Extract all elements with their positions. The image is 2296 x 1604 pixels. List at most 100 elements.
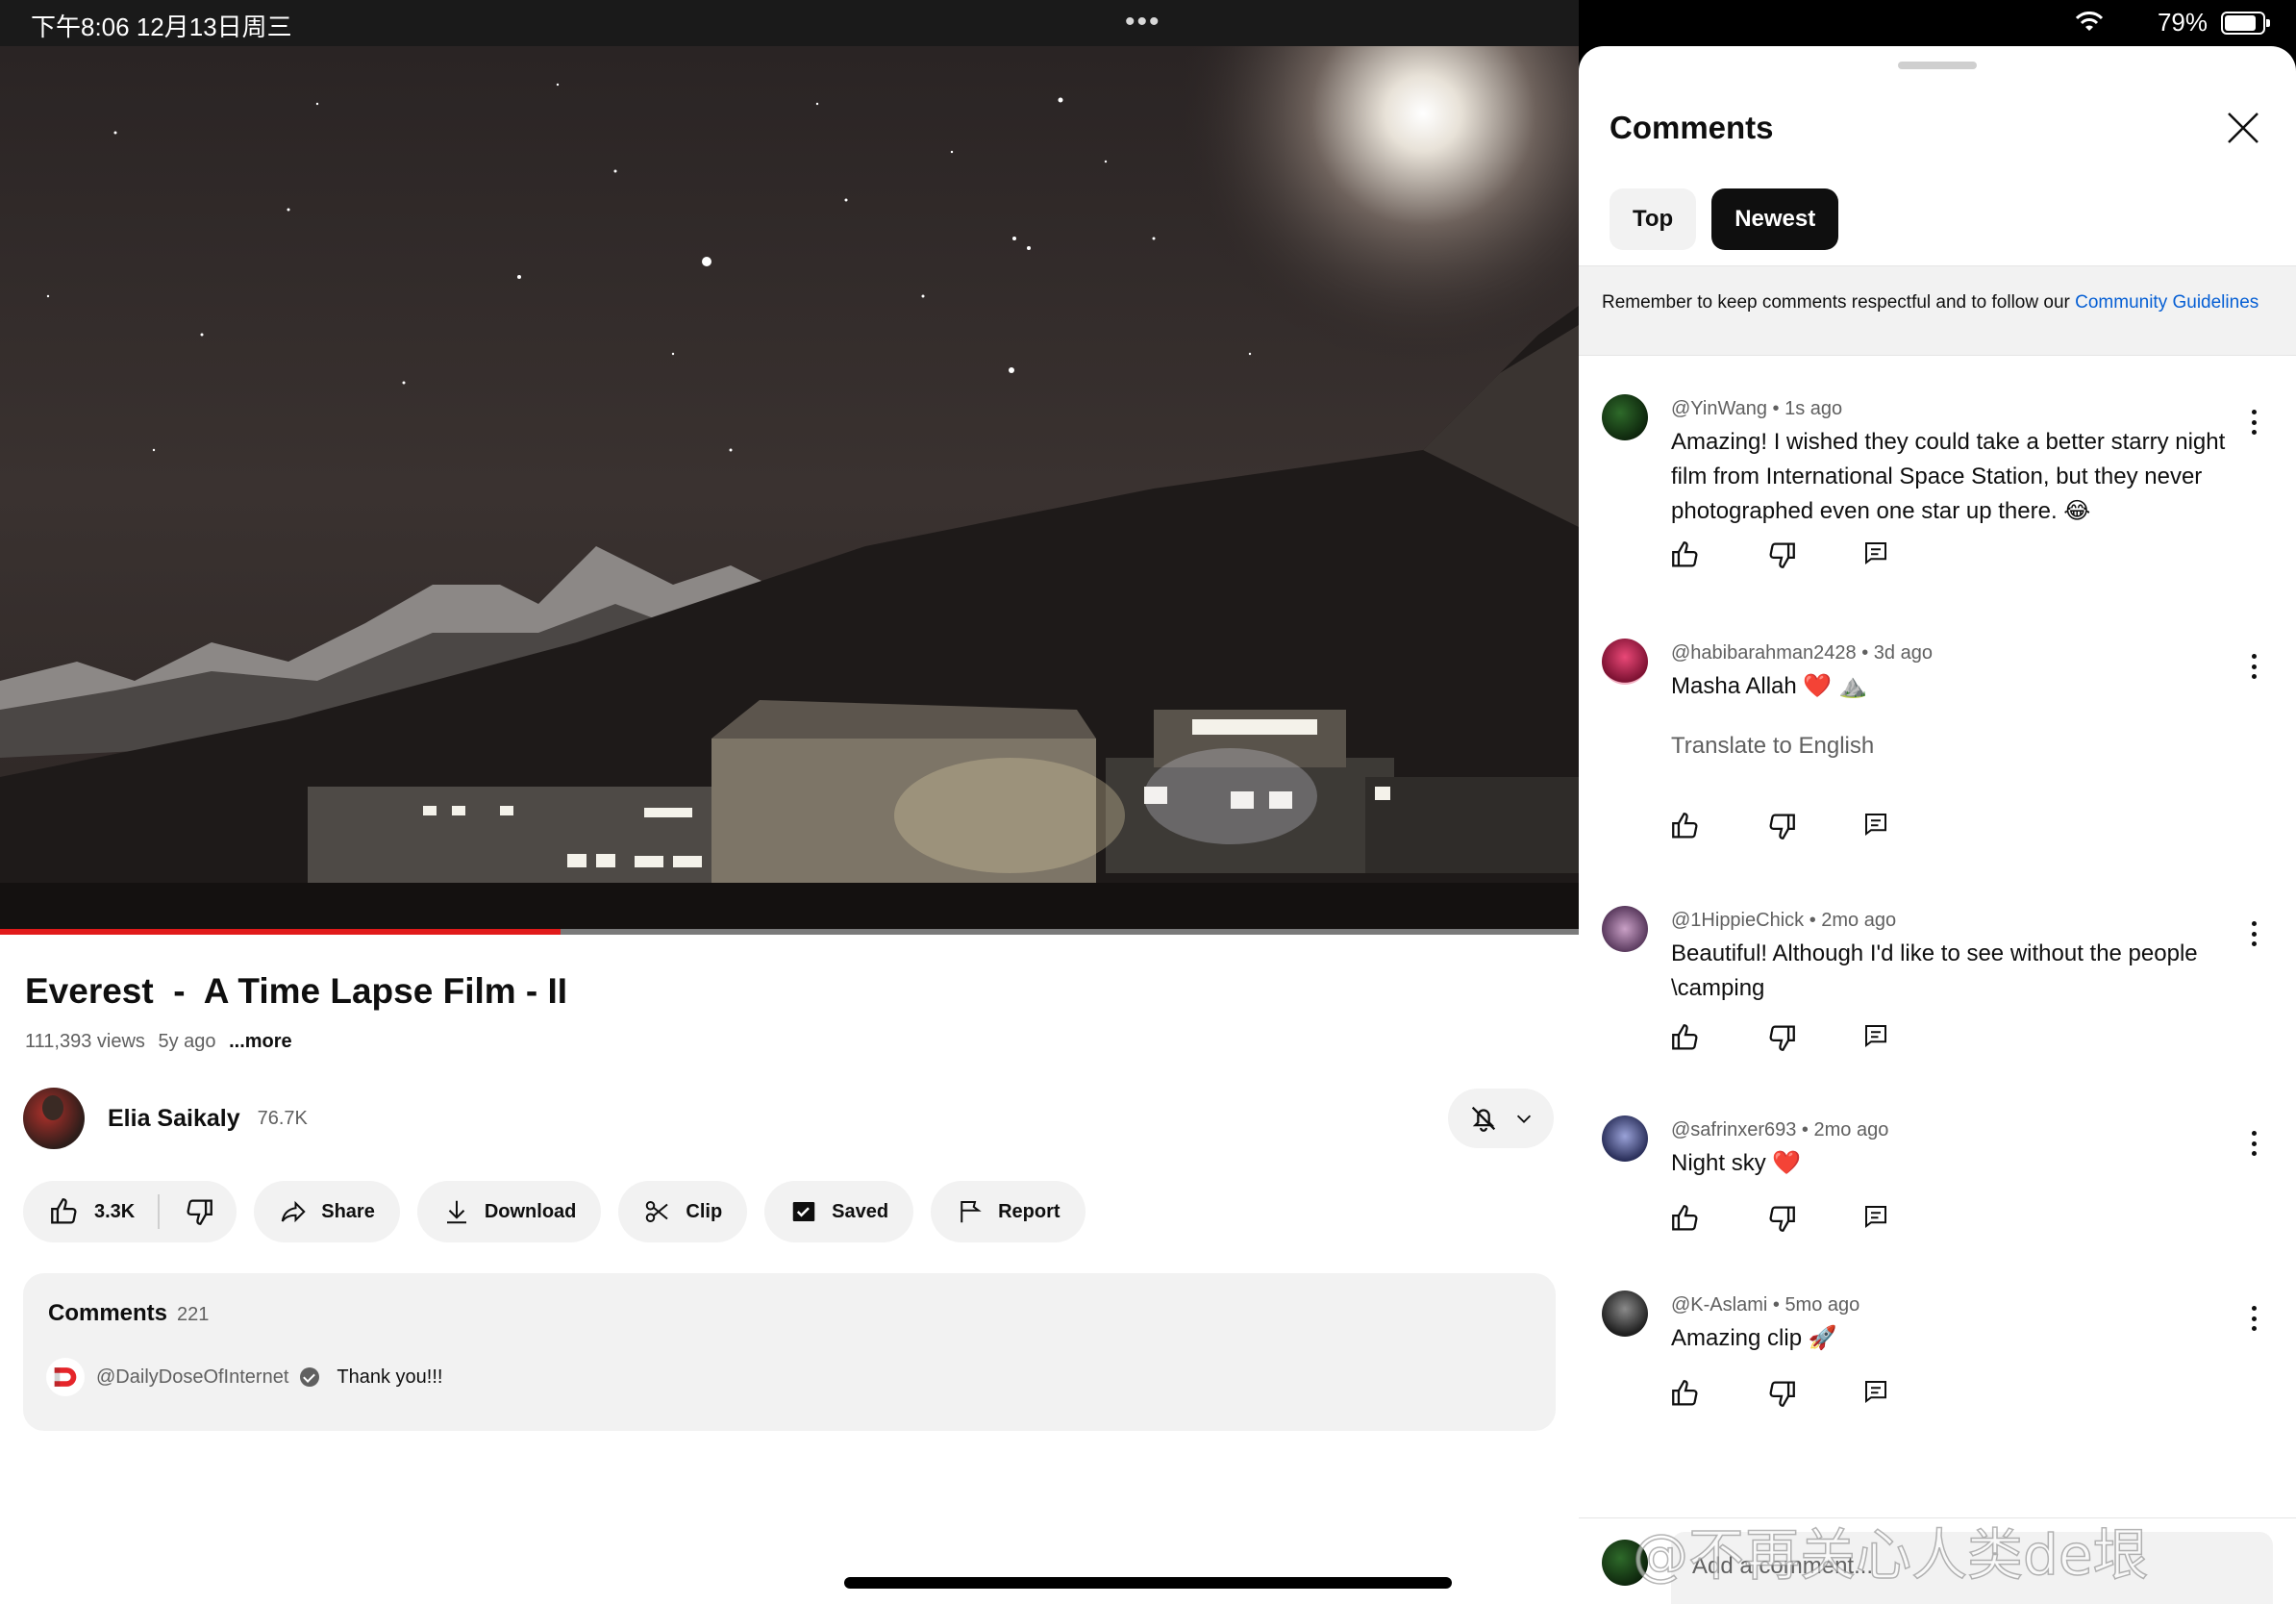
thumbs-up-icon[interactable] <box>1669 1202 1702 1235</box>
comment-time: 5mo ago <box>1784 1294 1860 1316</box>
commenter-avatar[interactable] <box>1602 1291 1648 1337</box>
channel-avatar[interactable] <box>23 1088 85 1149</box>
thumbs-down-icon[interactable] <box>1765 1377 1798 1410</box>
comment-time: 2mo ago <box>1821 910 1897 931</box>
comments-panel: Comments Top Newest Remember to keep com… <box>1579 46 2296 1604</box>
close-icon[interactable] <box>2219 104 2267 152</box>
screen: { "status": { "time": "下午8:06 12月13日周三",… <box>0 0 2296 1604</box>
saved-button[interactable]: Saved <box>764 1181 914 1242</box>
commenter-avatar[interactable] <box>1602 1115 1648 1162</box>
like-dislike-button[interactable]: 3.3K <box>23 1181 237 1242</box>
download-button[interactable]: Download <box>416 1181 602 1242</box>
comment-time: 3d ago <box>1873 642 1933 664</box>
comment-user[interactable]: @K-Aslami <box>1671 1294 1767 1316</box>
thumbs-down-icon[interactable] <box>1765 1021 1798 1054</box>
panel-title: Comments <box>1610 110 1774 145</box>
flag-icon <box>961 1201 982 1223</box>
comments-teaser-user: @DailyDoseOfInternet <box>96 1366 289 1388</box>
comment-text: Masha Allah ❤️ ⛰️ <box>1671 673 1867 699</box>
video-meta: 111,393 views 5y ago ...more <box>25 1031 300 1053</box>
commenter-avatar[interactable] <box>1602 394 1648 440</box>
commenter-avatar[interactable] <box>1602 906 1648 952</box>
comment-header: @K-Aslami • 5mo ago <box>1671 1294 1860 1316</box>
comment-time: 1s ago <box>1784 398 1843 419</box>
wifi-icon <box>2075 12 2104 31</box>
notification-bell-button[interactable] <box>1448 1089 1554 1148</box>
battery-percent: 79% <box>2157 8 2208 37</box>
comment-user[interactable]: @1HippieChick <box>1671 910 1804 931</box>
reply-icon[interactable] <box>1861 1202 1890 1231</box>
multitask-dots-icon[interactable]: ••• <box>1125 6 1161 38</box>
clip-label: Clip <box>686 1200 723 1222</box>
comment-more-icon[interactable] <box>2244 408 2263 437</box>
comment-text: Beautiful! Although I'd like to see with… <box>1671 940 2198 1001</box>
comment-header: @safrinxer693 • 2mo ago <box>1671 1119 1889 1140</box>
thumbs-up-icon[interactable] <box>1669 1021 1702 1054</box>
translate-link[interactable]: Translate to English <box>1671 733 1874 760</box>
comment-more-icon[interactable] <box>2244 1304 2263 1333</box>
comments-teaser[interactable]: Comments 221 @DailyDoseOfInternet Thank y… <box>23 1273 1556 1431</box>
comment-actions <box>1669 810 1890 842</box>
battery-icon <box>2221 12 2270 35</box>
comment-more-icon[interactable] <box>2244 919 2263 948</box>
tab-top[interactable]: Top <box>1610 188 1697 250</box>
action-bar: 3.3K Share Download Clip Saved Report <box>23 1181 1086 1242</box>
reply-icon[interactable] <box>1861 810 1890 839</box>
commenter-avatar[interactable] <box>1602 639 1648 685</box>
thumbs-down-icon[interactable] <box>183 1195 215 1228</box>
scissors-icon <box>646 1201 669 1222</box>
comment-actions <box>1669 539 1890 571</box>
comment-user[interactable]: @habibarahman2428 <box>1671 642 1857 664</box>
community-guidelines-link[interactable]: Community Guidelines <box>2075 292 2259 313</box>
channel-row[interactable]: Elia Saikaly 76.7K <box>23 1087 308 1150</box>
chevron-down-icon <box>1516 1115 1532 1123</box>
comments-teaser-count: 221 <box>177 1304 210 1325</box>
thumbs-up-icon[interactable] <box>48 1195 81 1228</box>
video-progress-bar[interactable] <box>0 929 1579 935</box>
daily-dose-logo-icon <box>46 1358 85 1396</box>
reply-icon[interactable] <box>1861 1021 1890 1050</box>
channel-name[interactable]: Elia Saikaly <box>108 1105 240 1133</box>
thumbs-down-icon[interactable] <box>1765 810 1798 842</box>
thumbs-down-icon[interactable] <box>1765 539 1798 571</box>
video-frame <box>0 46 1579 931</box>
thumbs-up-icon[interactable] <box>1669 810 1702 842</box>
status-time: 下午8:06 12月13日周三 <box>31 13 292 41</box>
comment-header: @YinWang • 1s ago <box>1671 398 1843 419</box>
comment-actions <box>1669 1021 1890 1054</box>
comment-user[interactable]: @safrinxer693 <box>1671 1119 1796 1140</box>
comment-more-icon[interactable] <box>2244 652 2263 681</box>
reply-icon[interactable] <box>1861 1377 1890 1406</box>
home-indicator[interactable] <box>844 1577 1452 1589</box>
verified-icon <box>300 1367 320 1387</box>
thumbs-up-icon[interactable] <box>1669 1377 1702 1410</box>
video-player[interactable] <box>0 46 1579 931</box>
comments-teaser-header: Comments 221 <box>48 1300 209 1327</box>
comment-header: @habibarahman2428 • 3d ago <box>1671 642 1933 664</box>
tab-newest[interactable]: Newest <box>1711 188 1839 250</box>
more-link[interactable]: ...more <box>229 1031 292 1052</box>
thumbs-up-icon[interactable] <box>1669 539 1702 571</box>
report-button[interactable]: Report <box>931 1181 1086 1242</box>
status-bar: 下午8:06 12月13日周三 ••• <box>0 0 1579 46</box>
share-label: Share <box>321 1200 375 1222</box>
like-separator <box>158 1194 161 1229</box>
drag-handle[interactable] <box>1898 62 1977 69</box>
comment-text: Night sky ❤️ <box>1671 1150 1802 1176</box>
sort-tabs: Top Newest <box>1610 188 1839 250</box>
comment-user[interactable]: @YinWang <box>1671 398 1767 419</box>
download-icon <box>446 1200 466 1224</box>
saved-playlist-icon <box>792 1202 815 1221</box>
comment-header: @1HippieChick • 2mo ago <box>1671 910 1897 931</box>
download-label: Download <box>484 1200 577 1222</box>
saved-label: Saved <box>832 1200 889 1222</box>
upload-age: 5y ago <box>158 1031 216 1052</box>
clip-button[interactable]: Clip <box>618 1181 748 1242</box>
comments-teaser-text: Thank you!!! <box>337 1366 443 1388</box>
comment-more-icon[interactable] <box>2244 1129 2263 1158</box>
reply-icon[interactable] <box>1861 539 1890 567</box>
subscriber-count: 76.7K <box>257 1107 308 1129</box>
thumbs-down-icon[interactable] <box>1765 1202 1798 1235</box>
share-button[interactable]: Share <box>254 1181 400 1242</box>
comments-teaser-row: @DailyDoseOfInternet Thank you!!! <box>46 1358 442 1396</box>
